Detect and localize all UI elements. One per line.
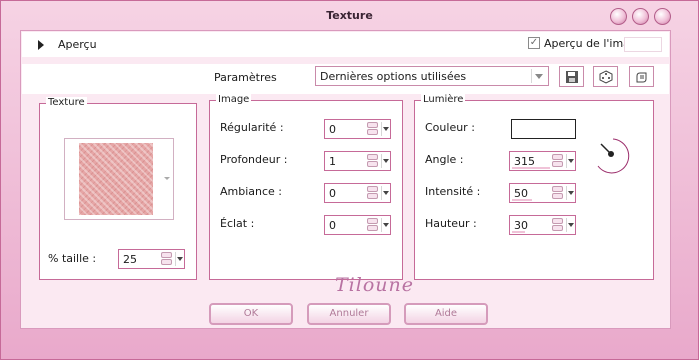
intensite-spinner[interactable]: 50 — [509, 183, 576, 203]
apercu-label: Aperçu — [58, 38, 97, 51]
chevron-down-icon[interactable] — [381, 186, 390, 200]
lumiere-group: Lumière Couleur : Angle : 315 Intensité … — [414, 94, 654, 280]
intensite-label: Intensité : — [425, 185, 481, 198]
eclat-updown[interactable] — [367, 218, 378, 232]
hauteur-level-bar — [512, 231, 525, 233]
chevron-down-icon — [531, 69, 546, 83]
angle-label: Angle : — [425, 153, 464, 166]
hand-reset-icon — [636, 72, 647, 83]
chevron-down-icon — [164, 177, 170, 180]
lumiere-group-title: Lumière — [421, 94, 466, 105]
apercu-row: Aperçu ✓ Aperçu de l'image — [22, 32, 669, 57]
image-group-title: Image — [216, 94, 252, 105]
eclat-value: 0 — [329, 219, 336, 232]
regularite-spinner[interactable]: 0 — [324, 119, 391, 139]
help-button[interactable]: Aide — [404, 303, 488, 325]
profondeur-spinner[interactable]: 1 — [324, 151, 391, 171]
texture-dialog: Texture Aperçu ✓ Aperçu de l'image Param… — [0, 0, 699, 360]
chevron-down-icon[interactable] — [566, 186, 575, 200]
chevron-down-icon[interactable] — [566, 218, 575, 232]
presets-label: Paramètres — [214, 71, 277, 84]
regularite-label: Régularité : — [220, 121, 284, 134]
ambiance-value: 0 — [329, 187, 336, 200]
chevron-down-icon[interactable] — [381, 122, 390, 136]
preview-toggle-box — [624, 37, 662, 52]
close-button[interactable] — [654, 8, 671, 25]
profondeur-label: Profondeur : — [220, 153, 288, 166]
random-preset-button[interactable] — [593, 66, 618, 87]
ambiance-spinner[interactable]: 0 — [324, 183, 391, 203]
title-bar[interactable]: Texture — [1, 1, 698, 31]
angle-updown[interactable] — [552, 154, 563, 168]
couleur-label: Couleur : — [425, 121, 475, 134]
size-label: % taille : — [48, 252, 97, 265]
hauteur-updown[interactable] — [552, 218, 563, 232]
chevron-down-icon[interactable] — [381, 218, 390, 232]
ok-button[interactable]: OK — [209, 303, 293, 325]
hauteur-spinner[interactable]: 30 — [509, 215, 576, 235]
profondeur-updown[interactable] — [367, 154, 378, 168]
angle-dial[interactable] — [590, 133, 636, 179]
presets-select[interactable]: Dernières options utilisées — [315, 66, 549, 86]
angle-spinner[interactable]: 315 — [509, 151, 576, 171]
texture-group-title: Texture — [46, 97, 87, 108]
window-title: Texture — [326, 9, 373, 22]
regularite-value: 0 — [329, 123, 336, 136]
maximize-button[interactable] — [632, 8, 649, 25]
chevron-down-icon[interactable] — [175, 252, 184, 266]
intensite-updown[interactable] — [552, 186, 563, 200]
cancel-button[interactable]: Annuler — [307, 303, 391, 325]
size-updown[interactable] — [161, 252, 172, 266]
presets-selected-value: Dernières options utilisées — [320, 70, 467, 83]
apercu-image-checkbox[interactable]: ✓ — [528, 37, 540, 49]
eclat-label: Éclat : — [220, 217, 255, 230]
profondeur-value: 1 — [329, 155, 336, 168]
texture-swatch — [79, 143, 153, 215]
color-swatch[interactable] — [511, 119, 576, 139]
chevron-down-icon[interactable] — [381, 154, 390, 168]
minimize-button[interactable] — [610, 8, 627, 25]
ambiance-updown[interactable] — [367, 186, 378, 200]
hauteur-label: Hauteur : — [425, 217, 477, 230]
size-spinner[interactable]: 25 — [118, 249, 185, 269]
ambiance-label: Ambiance : — [220, 185, 283, 198]
intensite-level-bar — [512, 199, 532, 201]
image-group: Image Régularité : 0 Profondeur : 1 Ambi… — [209, 94, 403, 280]
texture-group: Texture % taille : 25 — [39, 97, 197, 280]
texture-picker[interactable] — [64, 138, 174, 220]
expand-triangle-icon[interactable] — [38, 40, 44, 50]
dice-icon — [599, 70, 613, 84]
watermark-signature: Tiloune — [335, 274, 414, 296]
floppy-save-icon — [566, 71, 578, 83]
size-value: 25 — [123, 253, 137, 266]
eclat-spinner[interactable]: 0 — [324, 215, 391, 235]
angle-level-bar — [512, 167, 550, 169]
regularite-updown[interactable] — [367, 122, 378, 136]
reset-preset-button[interactable] — [629, 66, 654, 87]
chevron-down-icon[interactable] — [566, 154, 575, 168]
save-preset-button[interactable] — [559, 66, 584, 87]
